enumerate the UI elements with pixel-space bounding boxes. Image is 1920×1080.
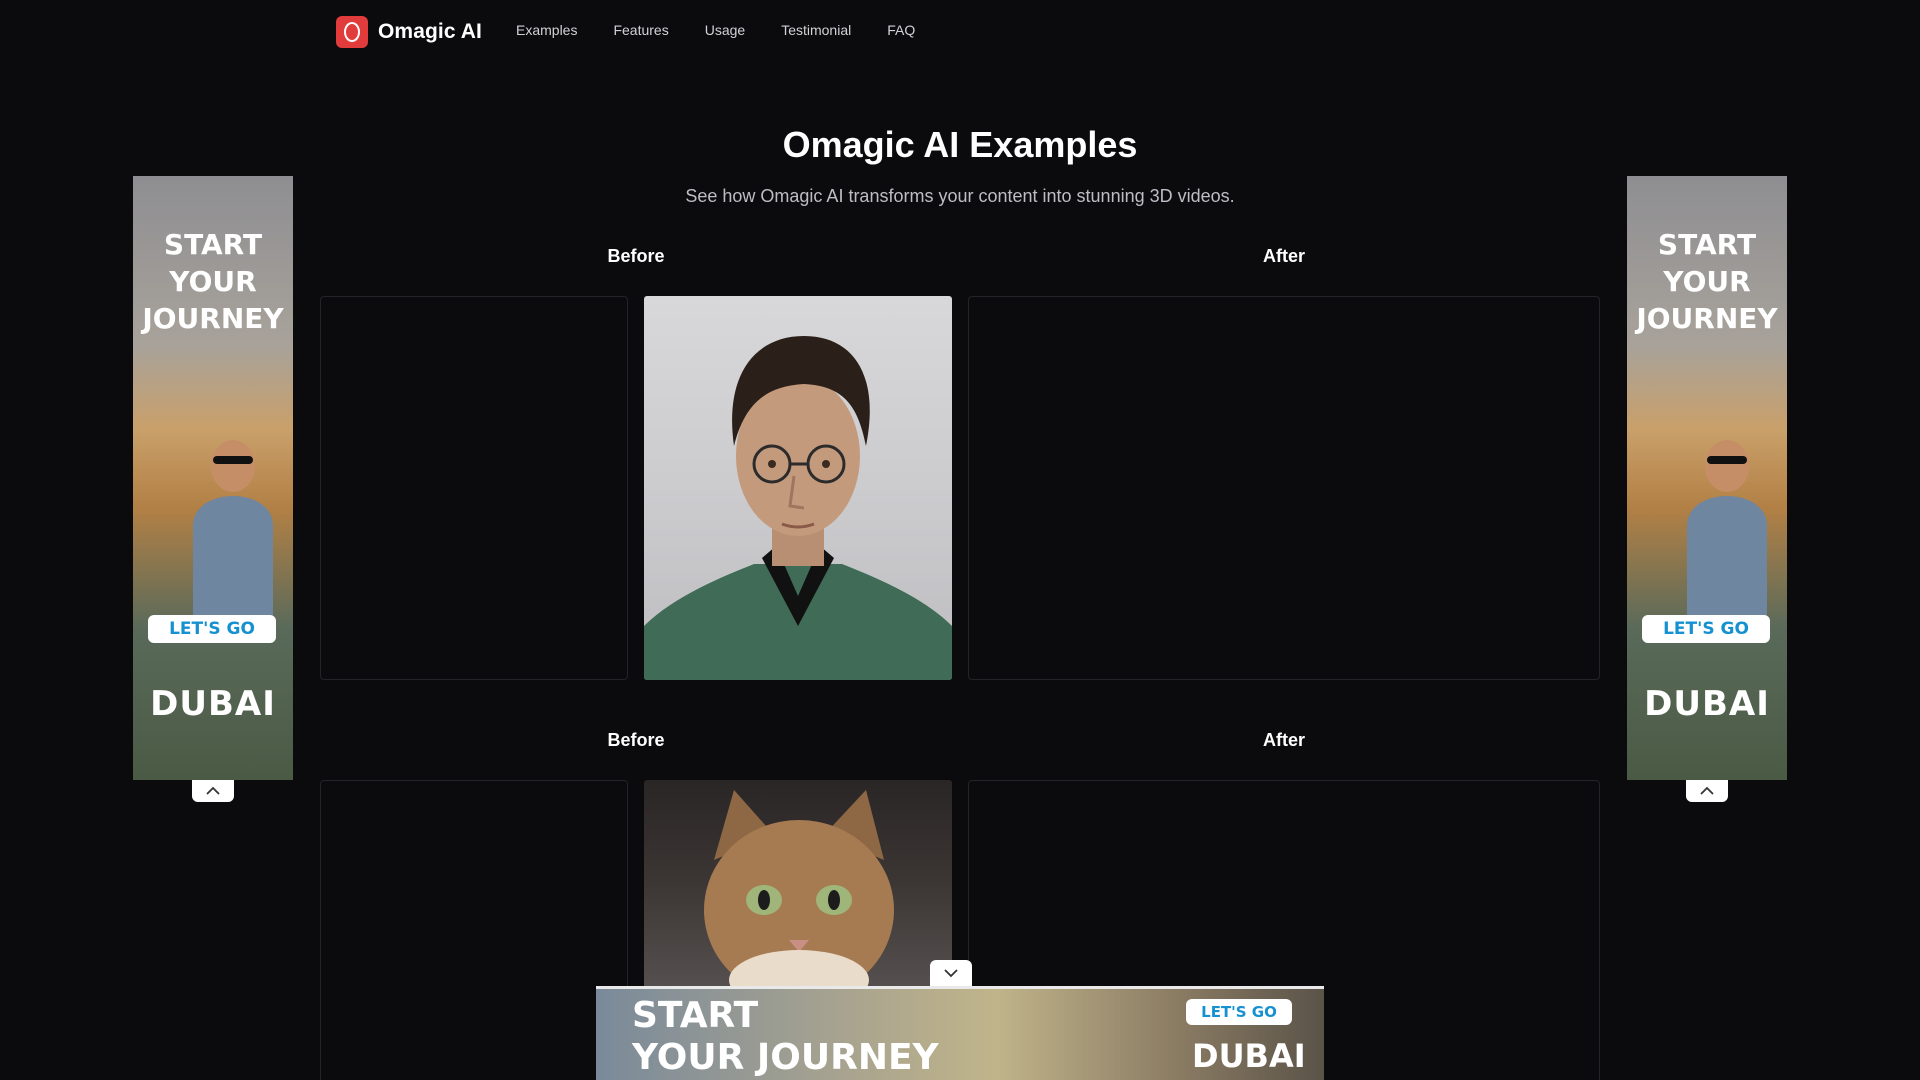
before-label: Before [607, 730, 665, 750]
before-label: Before [607, 246, 665, 266]
ad-headline: START YOUR JOURNEY [1627, 226, 1787, 337]
before-empty-panel [320, 780, 628, 1080]
page-title: Omagic AI Examples [782, 124, 1138, 165]
nav-testimonial[interactable]: Testimonial [781, 22, 851, 38]
ad-headline-line: JOURNEY [1636, 302, 1778, 335]
ad-dubai-logo: DUBAI [150, 684, 276, 724]
nav-examples[interactable]: Examples [516, 22, 577, 38]
bottom-banner-ad[interactable]: START YOUR JOURNEY LET'S GO DUBAI [596, 986, 1324, 1080]
after-label: After [1262, 730, 1305, 750]
brand-name: Omagic AI [378, 20, 482, 43]
chevron-up-icon [206, 786, 220, 795]
ad-headline-line: YOUR JOURNEY [632, 1037, 939, 1078]
ad-traveler-illustration [193, 440, 273, 616]
omagic-logo-icon [336, 16, 368, 48]
ad-headline-line: YOUR [1663, 265, 1751, 298]
ad-dubai-logo: DUBAI [1192, 1037, 1306, 1075]
ad-headline-line: JOURNEY [142, 302, 284, 335]
chevron-up-icon [1700, 786, 1714, 795]
right-side-ad[interactable]: START YOUR JOURNEY LET'S GO DUBAI [1627, 176, 1787, 780]
after-video-panel[interactable] [968, 296, 1600, 680]
nav-faq[interactable]: FAQ [887, 22, 915, 38]
ad-headline-line: START [163, 228, 263, 261]
man-portrait-image [644, 296, 952, 680]
ad-headline: START YOUR JOURNEY [133, 226, 293, 337]
bottom-ad-collapse-button[interactable] [930, 960, 972, 986]
left-side-ad[interactable]: START YOUR JOURNEY LET'S GO DUBAI [133, 176, 293, 780]
left-ad-collapse-button[interactable] [192, 780, 234, 802]
ad-lets-go-button[interactable]: LET'S GO [1642, 615, 1770, 643]
right-ad-collapse-button[interactable] [1686, 780, 1728, 802]
cat-portrait-illustration [704, 790, 894, 1000]
before-empty-panel [320, 296, 628, 680]
ad-headline-line: START [1657, 228, 1757, 261]
brand-link[interactable]: Omagic AI [336, 16, 482, 48]
after-label: After [1262, 246, 1305, 266]
header: Omagic AI Examples Features Usage Testim… [0, 0, 1920, 64]
ad-headline: START YOUR JOURNEY [632, 995, 939, 1079]
ad-dubai-logo: DUBAI [1644, 684, 1770, 724]
chevron-down-icon [944, 969, 958, 978]
ad-lets-go-button[interactable]: LET'S GO [148, 615, 276, 643]
ad-headline-line: YOUR [169, 265, 257, 298]
nav-features[interactable]: Features [613, 22, 668, 38]
ad-lets-go-button[interactable]: LET'S GO [1186, 999, 1292, 1025]
page: Omagic AI Examples Features Usage Testim… [0, 0, 1920, 1080]
man-portrait-illustration [644, 336, 952, 680]
main-nav: Examples Features Usage Testimonial FAQ [516, 22, 915, 38]
ad-traveler-illustration [1687, 440, 1767, 616]
nav-usage[interactable]: Usage [705, 22, 745, 38]
cat-portrait-image [644, 780, 952, 1000]
ad-headline-line: START [632, 995, 759, 1036]
